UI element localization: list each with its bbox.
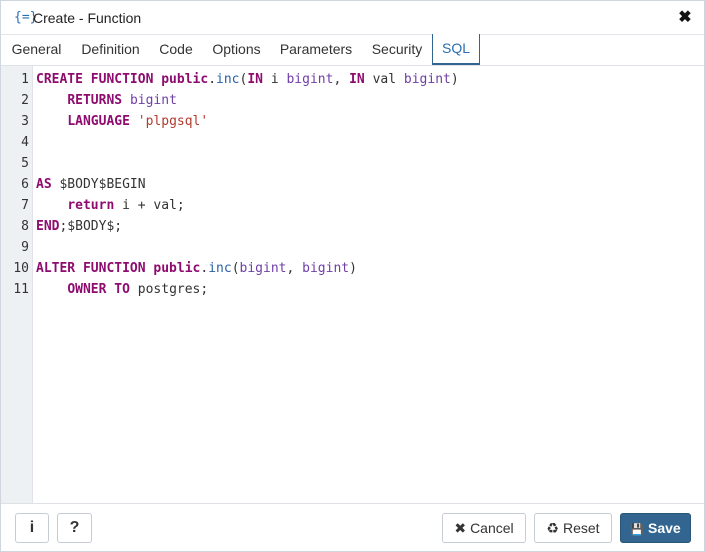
code-line[interactable]: 2 RETURNS bigint: [1, 90, 701, 111]
code-token: i: [263, 72, 287, 87]
code-text: CREATE FUNCTION public.inc(IN i bigint, …: [36, 69, 459, 90]
line-number: 11: [13, 282, 29, 297]
create-function-dialog: {=} Create - Function ✖ General Definiti…: [0, 0, 705, 552]
code-text: RETURNS bigint: [36, 90, 177, 111]
code-token: IN: [247, 72, 263, 87]
help-button[interactable]: ?: [57, 513, 92, 543]
code-line[interactable]: 11 OWNER TO postgres;: [1, 279, 701, 300]
dialog-footer: i ? ✖ Cancel ♻ Reset 💾 Save: [1, 504, 704, 551]
code-token: inc: [216, 72, 240, 87]
line-number: 10: [13, 261, 29, 276]
code-text: AS $BODY$BEGIN: [36, 174, 146, 195]
tab-code[interactable]: Code: [149, 35, 203, 63]
code-text: ALTER FUNCTION public.inc(bigint, bigint…: [36, 258, 357, 279]
code-token: AS: [36, 177, 52, 192]
code-token: END: [36, 219, 60, 234]
code-text: END;$BODY$;: [36, 216, 122, 237]
code-token: $BODY$BEGIN: [51, 177, 146, 192]
code-token: ALTER FUNCTION: [36, 261, 154, 276]
line-number: 4: [21, 135, 29, 150]
code-token: i + val;: [114, 198, 185, 213]
code-token: bigint: [302, 261, 350, 276]
line-number: 8: [21, 219, 29, 234]
code-line[interactable]: 4: [1, 132, 701, 153]
save-button[interactable]: 💾 Save: [620, 513, 691, 543]
code-token: postgres;: [129, 282, 209, 297]
save-label: Save: [648, 520, 681, 536]
code-token: 'plpgsql': [137, 114, 209, 129]
code-line[interactable]: 1 CREATE FUNCTION public.inc(IN i bigint,…: [1, 69, 701, 90]
close-icon: ✖: [454, 521, 467, 537]
code-line[interactable]: 7 return i + val;: [1, 195, 701, 216]
code-token: val: [364, 72, 404, 87]
function-icon: {=}: [14, 10, 38, 25]
code-token: LANGUAGE: [67, 114, 130, 129]
code-line[interactable]: 9: [1, 237, 701, 258]
code-text: LANGUAGE 'plpgsql': [36, 111, 208, 132]
dialog-title: Create - Function: [33, 10, 142, 26]
code-token: ): [349, 261, 357, 276]
cancel-label: Cancel: [470, 520, 514, 536]
sql-editor[interactable]: 1 CREATE FUNCTION public.inc(IN i bigint,…: [1, 66, 704, 504]
code-token: inc: [208, 261, 232, 276]
code-line[interactable]: 5: [1, 153, 701, 174]
code-token: ): [450, 72, 459, 87]
code-line[interactable]: 8 END;$BODY$;: [1, 216, 701, 237]
code-line[interactable]: 6 AS $BODY$BEGIN: [1, 174, 701, 195]
tab-definition[interactable]: Definition: [72, 35, 149, 63]
tab-parameters[interactable]: Parameters: [270, 35, 362, 63]
code-token: IN: [349, 72, 365, 87]
line-number: 6: [21, 177, 29, 192]
code-token: public: [161, 72, 209, 87]
tab-security[interactable]: Security: [362, 35, 432, 63]
code-token: OWNER TO: [67, 282, 130, 297]
code-token: public: [153, 261, 201, 276]
cancel-button[interactable]: ✖ Cancel: [442, 513, 526, 543]
line-number: 1: [21, 72, 29, 87]
code-token: return: [67, 198, 115, 213]
code-text: return i + val;: [36, 195, 185, 216]
reset-button[interactable]: ♻ Reset: [534, 513, 612, 543]
code-token: CREATE FUNCTION: [36, 72, 162, 87]
code-token: RETURNS: [67, 93, 123, 108]
save-icon: 💾: [630, 523, 644, 536]
info-button[interactable]: i: [15, 513, 49, 543]
code-token: ;$BODY$;: [59, 219, 123, 234]
code-token: bigint: [403, 72, 451, 87]
line-number: 5: [21, 156, 29, 171]
recycle-icon: ♻: [546, 521, 559, 537]
code-token: bigint: [286, 72, 334, 87]
tab-bar: General Definition Code Options Paramete…: [1, 34, 704, 66]
line-number: 7: [21, 198, 29, 213]
code-line[interactable]: 10 ALTER FUNCTION public.inc(bigint, bigi…: [1, 258, 701, 279]
code-token: bigint: [129, 93, 177, 108]
code-line[interactable]: 3 LANGUAGE 'plpgsql': [1, 111, 701, 132]
dialog-titlebar: {=} Create - Function ✖: [1, 1, 704, 35]
reset-label: Reset: [562, 520, 600, 536]
code-token: ,: [333, 72, 350, 87]
tab-options[interactable]: Options: [203, 35, 270, 63]
tab-sql[interactable]: SQL: [432, 34, 480, 65]
line-number: 9: [21, 240, 29, 255]
code-token: .: [208, 72, 217, 87]
code-token: (: [231, 261, 240, 276]
tab-general[interactable]: General: [1, 35, 72, 63]
line-number: 2: [21, 93, 29, 108]
code-token: ,: [286, 261, 303, 276]
code-token: bigint: [239, 261, 287, 276]
close-icon[interactable]: ✖: [676, 8, 694, 28]
code-text: OWNER TO postgres;: [36, 279, 208, 300]
line-number: 3: [21, 114, 29, 129]
